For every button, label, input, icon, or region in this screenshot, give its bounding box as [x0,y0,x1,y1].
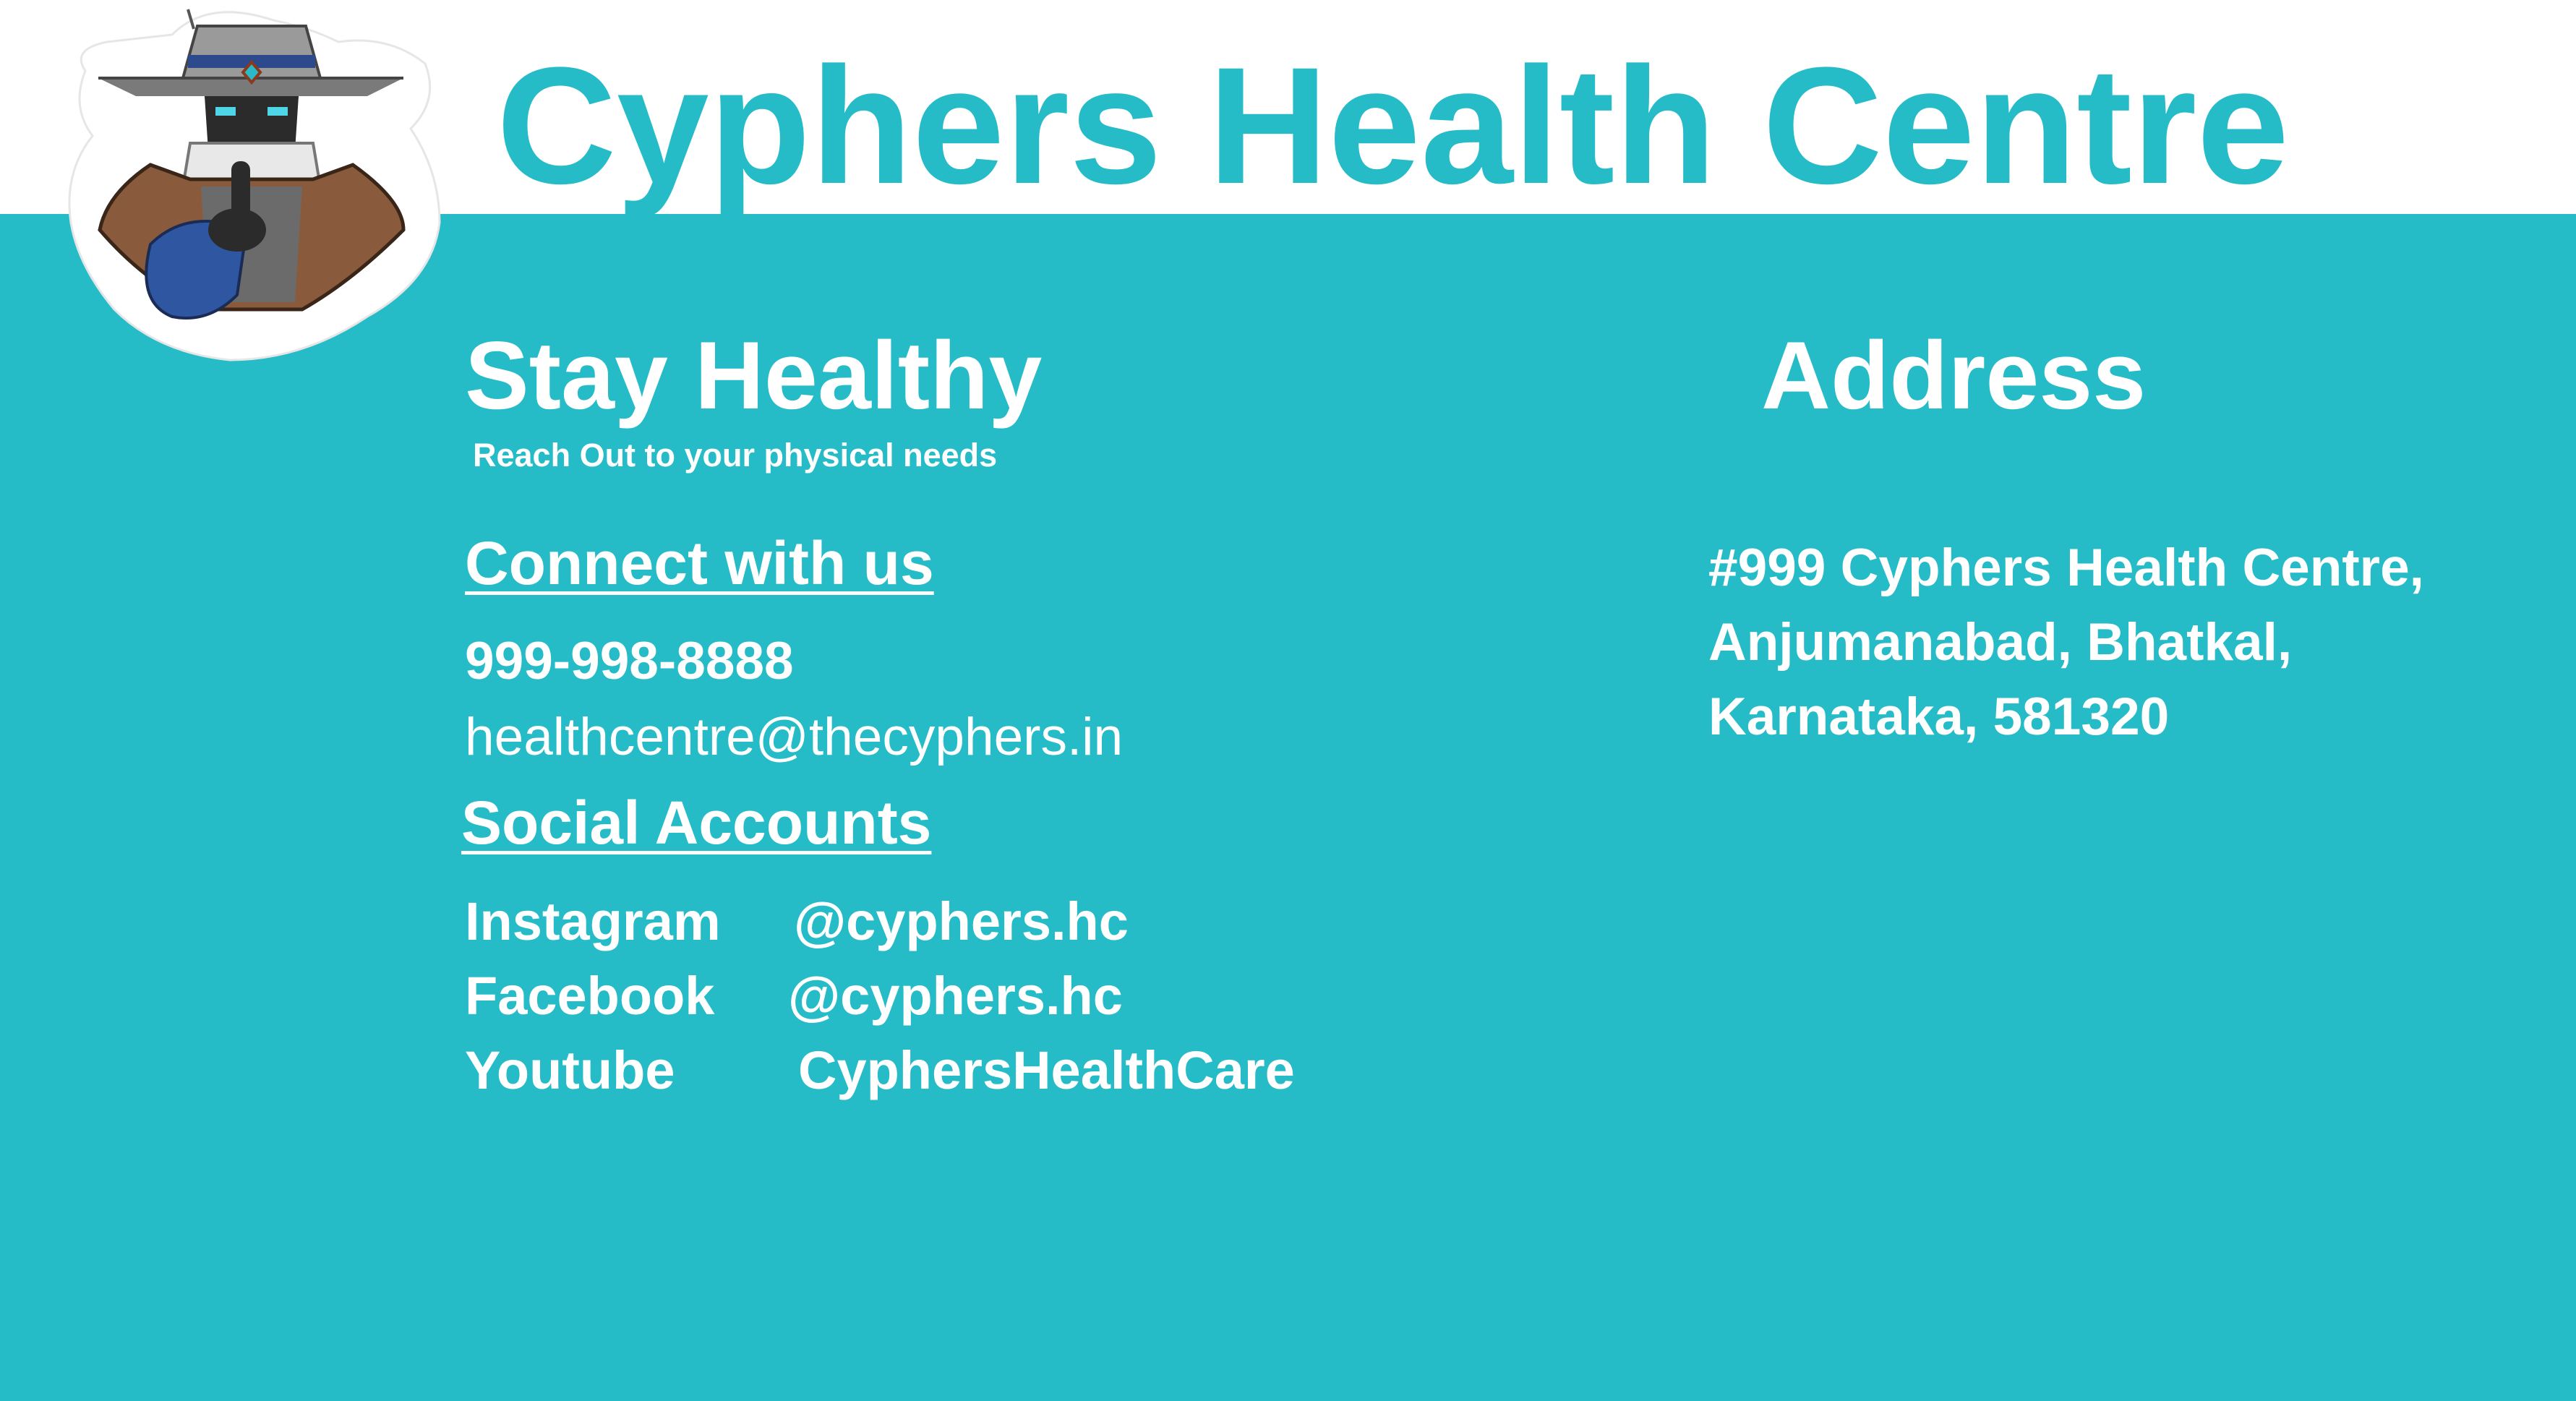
cyphers-mascot-icon [68,9,441,361]
facebook-label: Facebook [465,966,715,1026]
address-heading: Address [1761,322,2147,429]
social-row-youtube: Youtube CyphersHealthCare [465,1038,1295,1103]
email-address[interactable]: healthcentre@thecyphers.in [465,706,1123,769]
social-accounts-link[interactable]: Social Accounts [461,788,931,857]
instagram-label: Instagram [465,891,721,951]
tagline: Reach Out to your physical needs [473,437,998,474]
phone-number[interactable]: 999-998-8888 [465,630,794,693]
facebook-handle[interactable]: @cyphers.hc [788,964,1123,1029]
address-line-2: Anjumanabad, Bhatkal, [1708,613,2293,672]
address-line-1: #999 Cyphers Health Centre, [1708,539,2424,597]
social-row-facebook: Facebook @cyphers.hc [465,964,1123,1029]
youtube-handle[interactable]: CyphersHealthCare [798,1038,1295,1103]
social-row-instagram: Instagram @cyphers.hc [465,889,1129,954]
connect-with-us-link[interactable]: Connect with us [465,528,934,598]
youtube-label: Youtube [465,1040,675,1100]
address-block: #999 Cyphers Health Centre, Anjumanabad,… [1708,531,2424,754]
instagram-handle[interactable]: @cyphers.hc [794,889,1129,954]
stay-healthy-heading: Stay Healthy [465,322,1043,429]
address-line-3: Karnataka, 581320 [1708,687,2170,746]
